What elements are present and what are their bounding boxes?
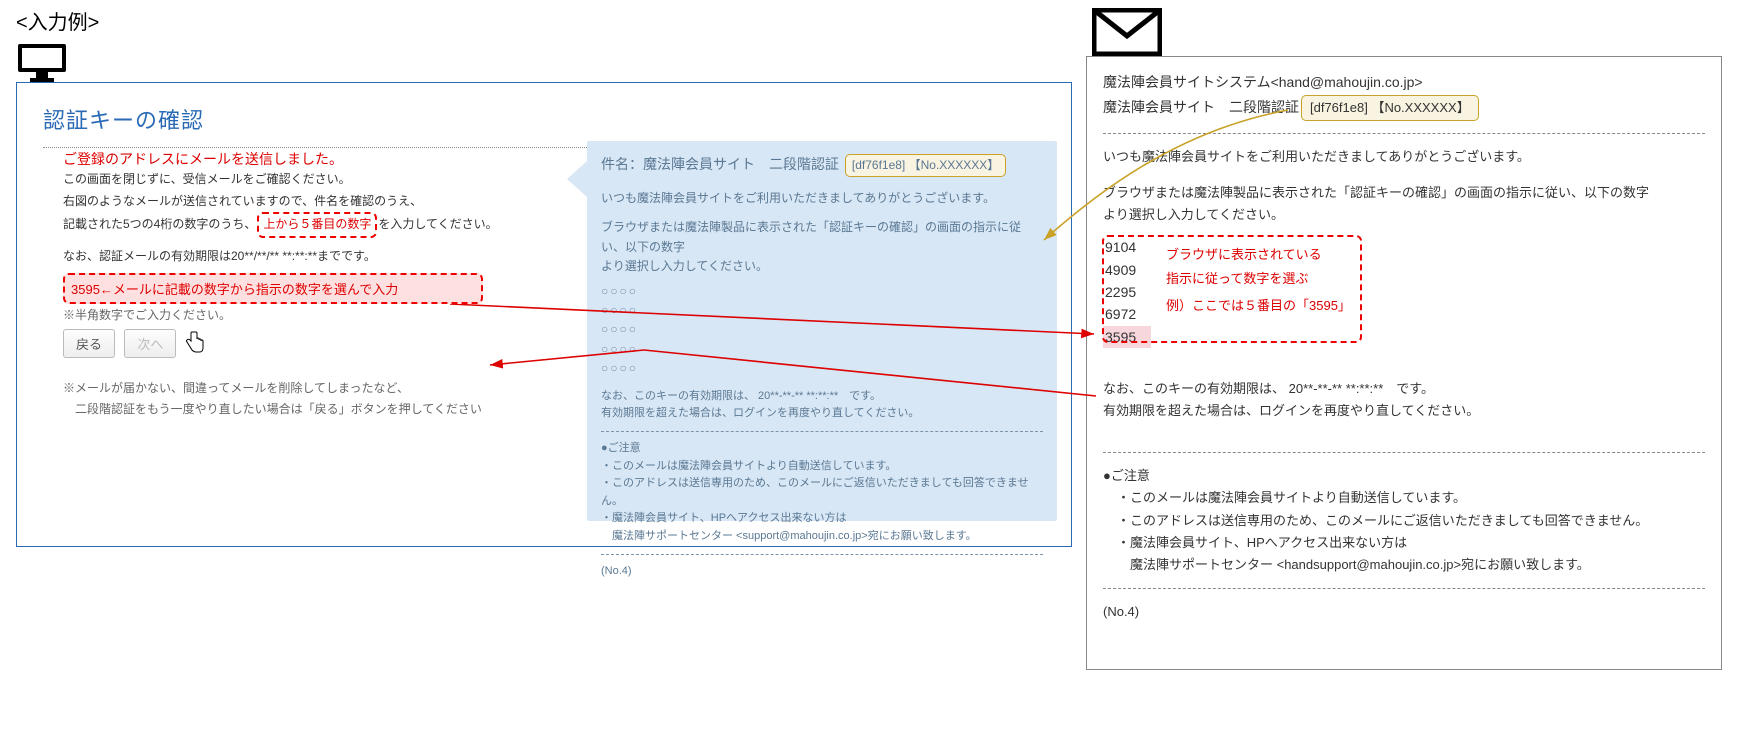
mail-subject-badge: [df76f1e8] 【No.XXXXXX】 <box>1301 95 1479 121</box>
sent-notice: ご登録のアドレスにメールを送信しました。 <box>63 149 563 169</box>
preview-exp-1: なお、このキーの有効期限は、 20**-**-** **:**:** です。 <box>601 388 1043 406</box>
preview-num-4: ○○○○ <box>601 340 1043 359</box>
mail-subject-text: 魔法陣会員サイト 二段階認証 <box>1103 99 1299 115</box>
instruction-pane: ご登録のアドレスにメールを送信しました。 この画面を閉じずに、受信メールをご確認… <box>63 149 563 419</box>
guide-line-3: 例）ここでは５番目の「3595」 <box>1166 294 1352 317</box>
guide-line-2: 指示に従って数字を選ぶ <box>1166 267 1352 290</box>
preview-c1: ・このメールは魔法陣会員サイトより自動送信しています。 <box>601 458 1043 476</box>
preview-num-3: ○○○○ <box>601 320 1043 339</box>
instr-line-3b: を入力してください。 <box>378 217 497 231</box>
mail-c2: ・このアドレスは送信専用のため、このメールにご返信いただきましても回答できません… <box>1103 510 1705 532</box>
mail-c3: ・魔法陣会員サイト、HPへアクセス出来ない方は <box>1103 532 1705 554</box>
mail-greet: いつも魔法陣会員サイトをご利用いただきましてありがとうございます。 <box>1103 146 1705 168</box>
back-button[interactable]: 戻る <box>63 329 115 358</box>
email-preview-bubble: 件名：魔法陣会員サイト 二段階認証 [df76f1e8] 【No.XXXXXX】… <box>587 141 1057 521</box>
footer-note-1: ※メールが届かない、間違ってメールを削除してしまったなど、 <box>63 378 563 398</box>
mail-instr-1: ブラウザまたは魔法陣製品に表示された「認証キーの確認」の画面の指示に従い、以下の… <box>1103 182 1705 204</box>
red-guide-box: ブラウザに表示されている 指示に従って数字を選ぶ 例）ここでは５番目の「3595… <box>1102 235 1362 343</box>
instr-line-3: 記載された5つの4桁の数字のうち、上から５番目の数字を入力してください。 <box>63 212 563 238</box>
preview-subject: 件名：魔法陣会員サイト 二段階認証 [df76f1e8] 【No.XXXXXX】 <box>601 153 1043 177</box>
hankaku-note: ※半角数字でご入力ください。 <box>63 306 563 323</box>
preview-c3: ・魔法陣会員サイト、HPへアクセス出来ない方は <box>601 510 1043 528</box>
browser-window: 認証キーの確認 ご登録のアドレスにメールを送信しました。 この画面を閉じずに、受… <box>16 82 1072 547</box>
highlight-nth-number: 上から５番目の数字 <box>257 212 377 238</box>
mail-exp-1: なお、このキーの有効期限は、 20**-**-** **:**:** です。 <box>1103 378 1705 400</box>
preview-exp-2: 有効期限を超えた場合は、ログインを再度やり直してください。 <box>601 405 1043 423</box>
number-list-wrap: 9104 4909 2295 6972 3595 ブラウザに表示されている 指示… <box>1103 236 1439 348</box>
envelope-icon <box>1092 8 1162 56</box>
guide-line-1: ブラウザに表示されている <box>1166 243 1352 266</box>
preview-num-5: ○○○○ <box>601 359 1043 378</box>
mail-from: 魔法陣会員サイトシステム<hand@mahoujin.co.jp> <box>1103 71 1705 95</box>
instr-line-1: この画面を閉じずに、受信メールをご確認ください。 <box>63 169 563 191</box>
mail-exp-2: 有効期限を超えた場合は、ログインを再度やり直してください。 <box>1103 400 1705 422</box>
footer-note-2: 二段階認証をもう一度やり直したい場合は「戻る」ボタンを押してください <box>63 399 563 419</box>
preview-instr-1: ブラウザまたは魔法陣製品に表示された「認証キーの確認」の画面の指示に従い、以下の… <box>601 218 1043 256</box>
preview-no: (No.4) <box>601 563 1043 581</box>
preview-caution-h: ●ご注意 <box>601 440 1043 458</box>
example-input-box[interactable]: 3595←メールに記載の数字から指示の数字を選んで入力 <box>63 273 483 304</box>
example-header: <入力例> <box>16 6 99 35</box>
preview-subject-badge: [df76f1e8] 【No.XXXXXX】 <box>845 154 1006 177</box>
mail-c1: ・このメールは魔法陣会員サイトより自動送信しています。 <box>1103 487 1705 509</box>
instr-line-3a: 記載された5つの4桁の数字のうち、 <box>63 217 256 231</box>
preview-instr-2: より選択し入力してください。 <box>601 257 1043 276</box>
mail-panel: 魔法陣会員サイトシステム<hand@mahoujin.co.jp> 魔法陣会員サ… <box>1086 56 1722 670</box>
preview-num-2: ○○○○ <box>601 301 1043 320</box>
cursor-hand-icon <box>185 331 205 360</box>
preview-c4: 魔法陣サポートセンター <support@mahoujin.co.jp>宛にお願… <box>601 528 1043 546</box>
instr-line-2: 右図のようなメールが送信されていますので、件名を確認のうえ、 <box>63 191 563 213</box>
next-button[interactable]: 次へ <box>124 329 176 358</box>
mail-no: (No.4) <box>1103 601 1705 623</box>
preview-subject-text: 件名：魔法陣会員サイト 二段階認証 <box>601 156 839 172</box>
monitor-icon <box>16 42 68 84</box>
preview-greet: いつも魔法陣会員サイトをご利用いただきましてありがとうございます。 <box>601 189 1043 208</box>
mail-c4: 魔法陣サポートセンター <handsupport@mahoujin.co.jp>… <box>1103 554 1705 576</box>
mail-instr-2: より選択し入力してください。 <box>1103 204 1705 226</box>
preview-num-1: ○○○○ <box>601 282 1043 301</box>
mail-subject: 魔法陣会員サイト 二段階認証[df76f1e8] 【No.XXXXXX】 <box>1103 95 1705 121</box>
footer-note: ※メールが届かない、間違ってメールを削除してしまったなど、 二段階認証をもう一度… <box>63 378 563 419</box>
expiry-line: なお、認証メールの有効期限は20**/**/** **:**:**までです。 <box>63 246 563 268</box>
preview-c2: ・このアドレスは送信専用のため、このメールにご返信いただきましても回答できません… <box>601 475 1043 510</box>
mail-caution-h: ●ご注意 <box>1103 465 1705 487</box>
